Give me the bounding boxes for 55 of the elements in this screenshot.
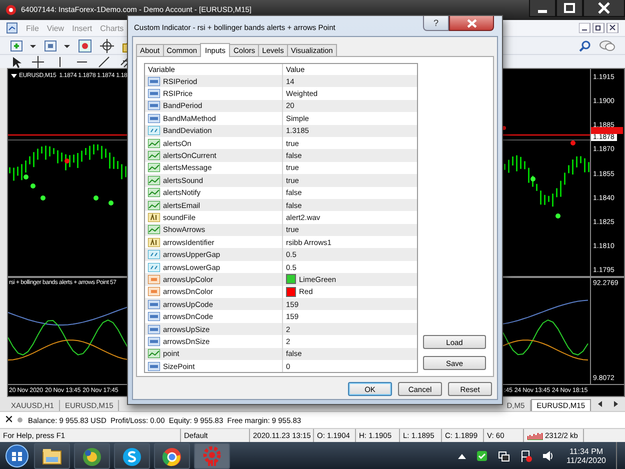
help-button[interactable]: ?	[423, 16, 449, 31]
connection-bars-icon	[527, 432, 543, 440]
clock-time[interactable]: 11:34 PM	[569, 446, 604, 456]
number-type-icon	[148, 89, 160, 98]
start-orb-icon[interactable]	[4, 442, 30, 468]
number-type-icon	[148, 336, 160, 346]
close-icon	[466, 18, 476, 28]
toggle-type-icon	[148, 200, 160, 210]
taskbar-button[interactable]	[154, 442, 190, 468]
number-type-icon	[148, 114, 160, 123]
crosshair-icon[interactable]	[32, 56, 44, 68]
speaker-icon[interactable]	[542, 450, 554, 462]
text-type-icon	[148, 238, 160, 247]
taskbar-button[interactable]	[114, 442, 150, 468]
decimal-type-icon	[148, 262, 160, 272]
status-dot-icon	[17, 417, 23, 423]
taskbar-button[interactable]	[34, 442, 70, 468]
number-type-icon	[148, 312, 160, 322]
decimal-type-icon	[148, 250, 160, 260]
chat-bubbles-icon[interactable]	[599, 40, 615, 52]
trendline-icon[interactable]	[98, 56, 110, 68]
number-type-icon	[148, 362, 160, 371]
toggle-type-icon	[148, 349, 160, 358]
toggle-type-icon	[148, 225, 160, 234]
close-icon[interactable]	[6, 416, 12, 424]
crosshair-target-icon[interactable]	[100, 38, 114, 52]
price-marker	[591, 127, 623, 134]
decimal-type-icon	[148, 126, 160, 136]
number-type-icon	[148, 324, 160, 334]
minimize-icon[interactable]	[529, 0, 556, 17]
maximize-icon[interactable]	[556, 0, 583, 17]
close-button[interactable]	[449, 16, 494, 31]
toggle-type-icon	[148, 151, 160, 160]
window-controls-icon[interactable]	[579, 23, 619, 33]
caret-icon[interactable]	[11, 74, 17, 78]
scroll-arrows-icon[interactable]	[597, 400, 619, 408]
palette-type-icon	[148, 287, 160, 296]
chart-window-icon	[6, 22, 18, 34]
close-icon[interactable]	[583, 0, 625, 17]
number-type-icon	[148, 101, 160, 110]
toggle-type-icon	[148, 188, 160, 198]
palette-type-icon	[148, 274, 160, 284]
clock-date[interactable]: 11/24/2020	[566, 456, 606, 464]
taskbar-button[interactable]	[74, 442, 110, 468]
toggle-type-icon	[148, 176, 160, 185]
toggle-type-icon	[148, 163, 160, 172]
cursor-arrow-icon[interactable]	[10, 56, 22, 68]
number-type-icon	[148, 300, 160, 309]
new-chart-icon[interactable]	[10, 38, 36, 52]
number-type-icon	[148, 76, 160, 86]
flag-icon[interactable]	[520, 450, 532, 462]
text-type-icon	[148, 212, 160, 222]
up-caret-icon[interactable]	[458, 452, 466, 458]
search-icon[interactable]	[579, 40, 591, 52]
toggle-type-icon	[148, 138, 160, 148]
